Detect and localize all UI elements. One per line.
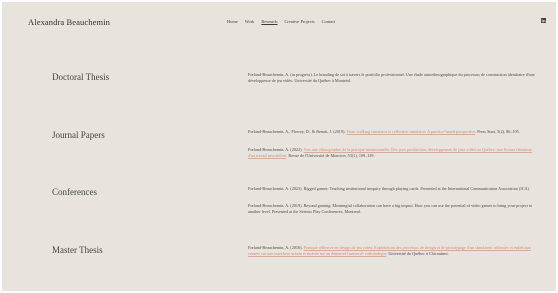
journal-paper-entry: Forland-Beauchemin, A., Flowey, D., & Be… [248,129,538,135]
nav-work[interactable]: Work [245,19,255,24]
nav-home[interactable]: Home [227,19,238,24]
journal-paper-source: . Revue de l'Université de Moncton, 53(1… [286,152,375,158]
nav-research[interactable]: Research [261,19,277,24]
conference-entry: Forland-Beauchemin, A. (2023). Rigged ga… [248,186,530,191]
section-title-master-thesis: Master Thesis [52,245,103,255]
page-frame: Alexandra Beauchemin Home Work Research … [2,2,556,291]
journal-paper-entry: Forland-Beauchemin, A. (2022). Vers une … [248,147,538,158]
master-thesis-entry: Forland-Beauchemin, A. (2016). Pratique … [248,245,538,256]
nav-creative-projects[interactable]: Creative Projects [284,19,314,24]
conference-entry: Forland-Beauchemin, A. (2019). Beyond ga… [248,203,533,214]
site-title[interactable]: Alexandra Beauchemin [28,17,110,27]
site-header: Alexandra Beauchemin Home Work Research … [2,2,556,40]
journal-paper-link[interactable]: From walking simulator to reflective sim… [346,129,475,134]
journal-paper-citation: Forland-Beauchemin, A., Flowey, D., & Be… [248,129,347,134]
doctoral-thesis-entry: Forland-Beauchemin, A. (in progress). Le… [248,72,535,83]
journal-paper-citation: Forland-Beauchemin, A. (2022). [248,147,304,152]
linkedin-icon[interactable] [541,18,546,23]
journal-paper-source: . Press Start, 5(2), 86–105. [475,129,520,134]
section-title-journal-papers: Journal Papers [52,130,105,140]
master-thesis-source: . Université du Québec à Chicoutimi. [386,250,449,256]
section-title-conferences: Conferences [52,187,97,197]
master-thesis-citation: Forland-Beauchemin, A. (2016). [248,245,304,250]
section-title-doctoral-thesis: Doctoral Thesis [52,72,110,82]
nav-contact[interactable]: Contact [322,19,336,24]
main-nav: Home Work Research Creative Projects Con… [227,19,335,24]
